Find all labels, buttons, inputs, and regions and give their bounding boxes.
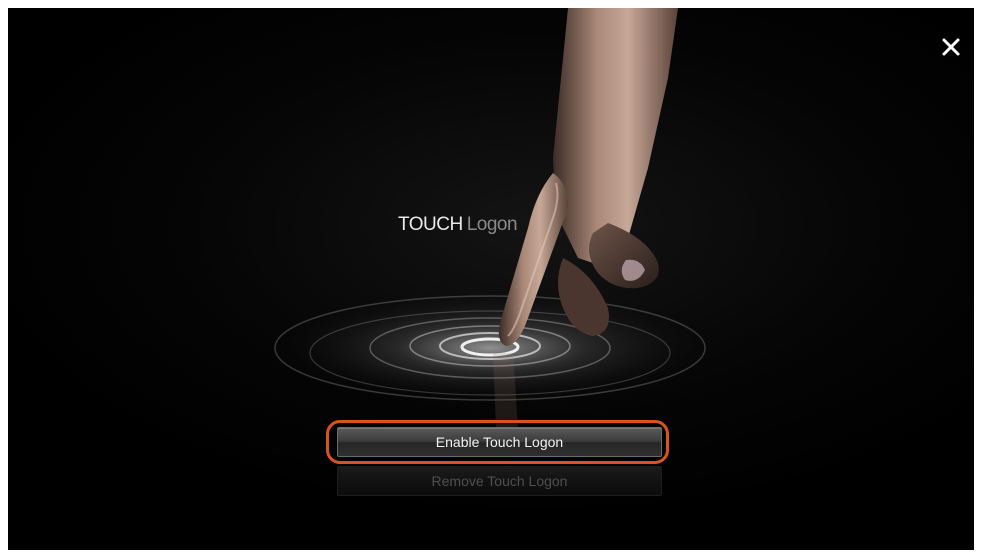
remove-touch-logon-button[interactable]: Remove Touch Logon	[337, 466, 662, 496]
close-icon	[942, 38, 960, 56]
touch-logon-screen: TOUCH Logon Enable Touch Logon Remove Tou…	[8, 8, 974, 550]
close-button[interactable]	[940, 36, 962, 58]
title-light: Logon	[466, 214, 518, 235]
enable-touch-logon-button[interactable]: Enable Touch Logon	[337, 427, 662, 457]
title-strong: TOUCH	[398, 214, 463, 235]
touch-logon-title: TOUCH Logon	[398, 214, 518, 236]
window-frame: TOUCH Logon Enable Touch Logon Remove Tou…	[0, 0, 982, 558]
